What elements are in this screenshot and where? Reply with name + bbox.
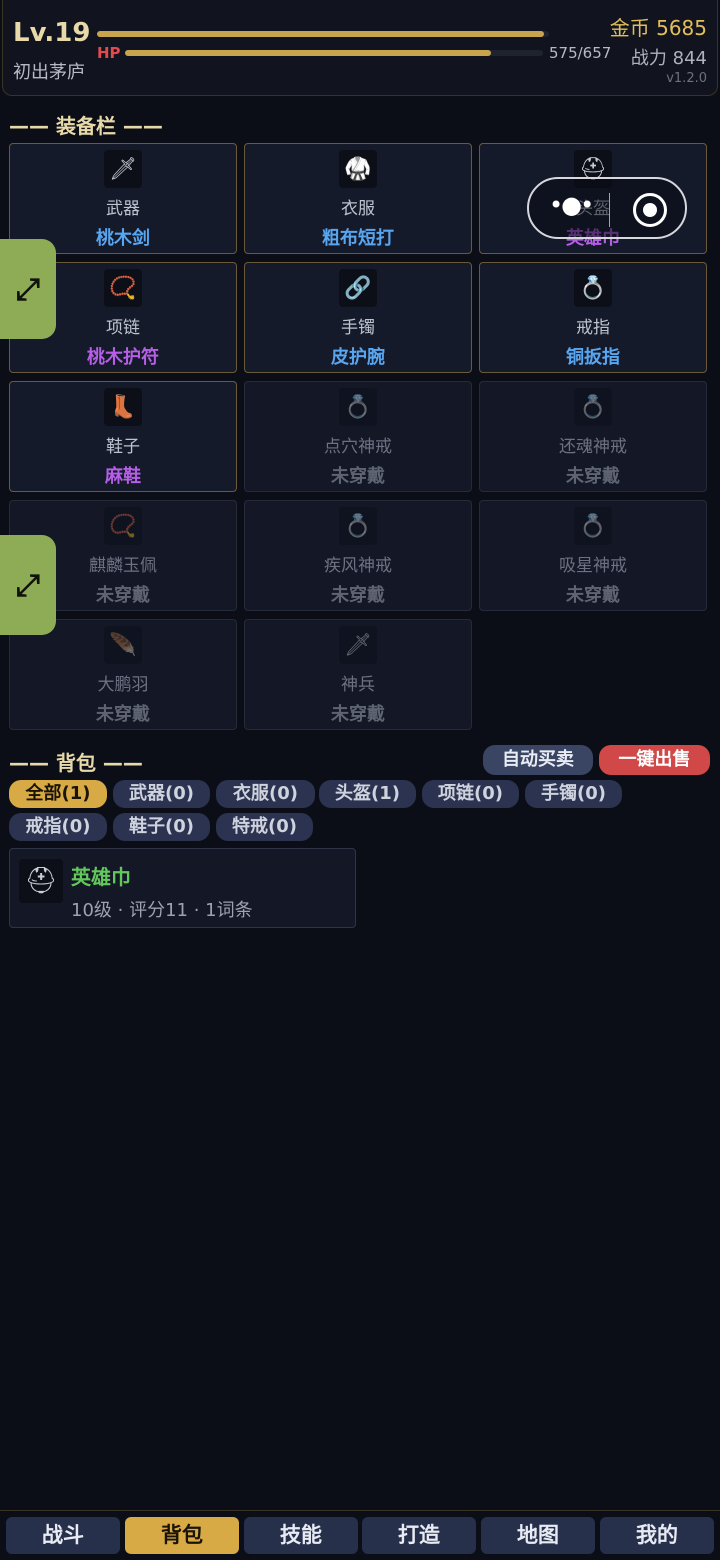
equip-slot[interactable]: 💍 戒指铜扳指: [479, 262, 707, 373]
equipped-item-name: 未穿戴: [566, 466, 620, 487]
equipped-item-name: 皮护腕: [331, 347, 385, 368]
player-level: Lv.19: [13, 18, 91, 48]
nav-tab[interactable]: 打造: [362, 1517, 476, 1554]
bag-filter-chip[interactable]: 武器(0): [113, 780, 210, 808]
wings-icon: 🪶: [104, 626, 142, 664]
equipped-item-name: 铜扳指: [566, 347, 620, 368]
equip-slot-name: 戒指: [576, 318, 610, 338]
hp-label: HP: [97, 44, 121, 62]
nav-tab[interactable]: 我的: [600, 1517, 714, 1554]
ring-icon: 💍: [339, 507, 377, 545]
bag-filter-chip[interactable]: 项链(0): [422, 780, 519, 808]
bag-filter-chip[interactable]: 戒指(0): [9, 813, 107, 841]
equip-slot[interactable]: 💍 疾风神戒未穿戴: [244, 500, 472, 611]
equip-slot[interactable]: 🔗 手镯皮护腕: [244, 262, 472, 373]
ring-icon: 💍: [574, 507, 612, 545]
hp-bar-fill: [125, 50, 491, 56]
equipped-item-name: 桃木护符: [87, 347, 159, 368]
nav-tab[interactable]: 地图: [481, 1517, 595, 1554]
bracelet-icon: 🔗: [339, 269, 377, 307]
equipped-item-name: 未穿戴: [331, 466, 385, 487]
ring-icon: 💍: [339, 388, 377, 426]
hp-bar: [125, 50, 543, 56]
equip-slot[interactable]: 💍 还魂神戒未穿戴: [479, 381, 707, 492]
bag-item-meta: 10级 · 评分11 · 1词条: [71, 900, 253, 921]
bag-filter-chip[interactable]: 头盔(1): [319, 780, 416, 808]
gold-amount: 金币 5685: [609, 16, 707, 40]
equipped-item-name: 未穿戴: [96, 704, 150, 725]
equip-slot[interactable]: 🥋 衣服粗布短打: [244, 143, 472, 254]
equip-slot[interactable]: 💍 吸星神戒未穿戴: [479, 500, 707, 611]
equip-slot-name: 点穴神戒: [324, 437, 392, 457]
equip-slot[interactable]: 🪶 大鹏羽未穿戴: [9, 619, 237, 730]
more-menu-icon[interactable]: •●•: [549, 191, 594, 219]
equip-slot[interactable]: 👢 鞋子麻鞋: [9, 381, 237, 492]
bag-filter-chip[interactable]: 鞋子(0): [113, 813, 210, 841]
bag-section-title: —— 背包 ——: [9, 751, 143, 775]
player-realm: 初出茅庐: [13, 62, 85, 83]
nav-tab[interactable]: 技能: [244, 1517, 358, 1554]
auto-trade-button[interactable]: 自动买卖: [483, 745, 593, 775]
exp-bar: [97, 31, 549, 37]
quick-sell-button[interactable]: 一键出售: [599, 745, 710, 775]
ring-icon: 💍: [574, 388, 612, 426]
expand-float-button[interactable]: ⤢: [0, 239, 56, 339]
bag-item[interactable]: ⛑ 英雄巾 10级 · 评分11 · 1词条: [9, 848, 356, 928]
expand-arrows-icon: ⤢: [16, 271, 40, 307]
equip-slot-name: 大鹏羽: [97, 675, 149, 695]
equip-slot-name: 吸星神戒: [559, 556, 627, 576]
equipped-item-name: 麻鞋: [105, 466, 141, 487]
equipped-item-name: 未穿戴: [331, 585, 385, 606]
close-miniprogram-icon[interactable]: [633, 193, 667, 227]
expand-arrows-icon: ⤢: [16, 567, 40, 603]
equip-slot-name: 鞋子: [106, 437, 140, 457]
bag-filter-chip[interactable]: 手镯(0): [525, 780, 622, 808]
nav-tab[interactable]: 背包: [125, 1517, 239, 1554]
status-header: Lv.19 初出茅庐 HP 575/657 金币 5685 战力 844 v1.…: [2, 0, 718, 96]
boots-icon: 👢: [104, 388, 142, 426]
armor-icon: 🥋: [339, 150, 377, 188]
equipped-item-name: 未穿戴: [566, 585, 620, 606]
sword-icon: 🗡: [104, 150, 142, 188]
ring-icon: 💍: [574, 269, 612, 307]
equip-slot-name: 武器: [106, 199, 140, 219]
expand-float-button[interactable]: ⤢: [0, 535, 56, 635]
sword-icon: 🗡: [339, 626, 377, 664]
equip-slot-name: 手镯: [341, 318, 375, 338]
bag-item-name: 英雄巾: [71, 865, 131, 889]
bottom-nav: 战斗 背包 技能 打造 地图 我的: [0, 1510, 720, 1560]
necklace-icon: 📿: [104, 269, 142, 307]
hp-value: 575/657: [549, 44, 612, 62]
equip-slot-name: 神兵: [341, 675, 375, 695]
bag-filter-chip[interactable]: 全部(1): [9, 780, 107, 808]
equipment-section-title: —— 装备栏 ——: [9, 114, 163, 138]
miniprogram-capsule: •●•: [527, 177, 687, 239]
jade-pendant-icon: 📿: [104, 507, 142, 545]
equip-slot-name: 衣服: [341, 199, 375, 219]
equip-slot[interactable]: 🗡 神兵未穿戴: [244, 619, 472, 730]
equipped-item-name: 粗布短打: [322, 228, 394, 249]
combat-power: 战力 844: [630, 48, 707, 69]
bag-filter-chip[interactable]: 特戒(0): [216, 813, 313, 841]
exp-bar-fill: [97, 31, 545, 37]
helmet-icon: ⛑: [19, 859, 63, 903]
equip-slot[interactable]: 🗡 武器 桃木剑: [9, 143, 237, 254]
nav-tab[interactable]: 战斗: [6, 1517, 120, 1554]
bag-filter-chip[interactable]: 衣服(0): [216, 780, 315, 808]
equip-slot-name: 疾风神戒: [324, 556, 392, 576]
capsule-divider: [609, 193, 610, 227]
version-label: v1.2.0: [666, 71, 707, 86]
equip-slot-name: 还魂神戒: [559, 437, 627, 457]
equip-slot[interactable]: 💍 点穴神戒未穿戴: [244, 381, 472, 492]
equipped-item-name: 未穿戴: [331, 704, 385, 725]
